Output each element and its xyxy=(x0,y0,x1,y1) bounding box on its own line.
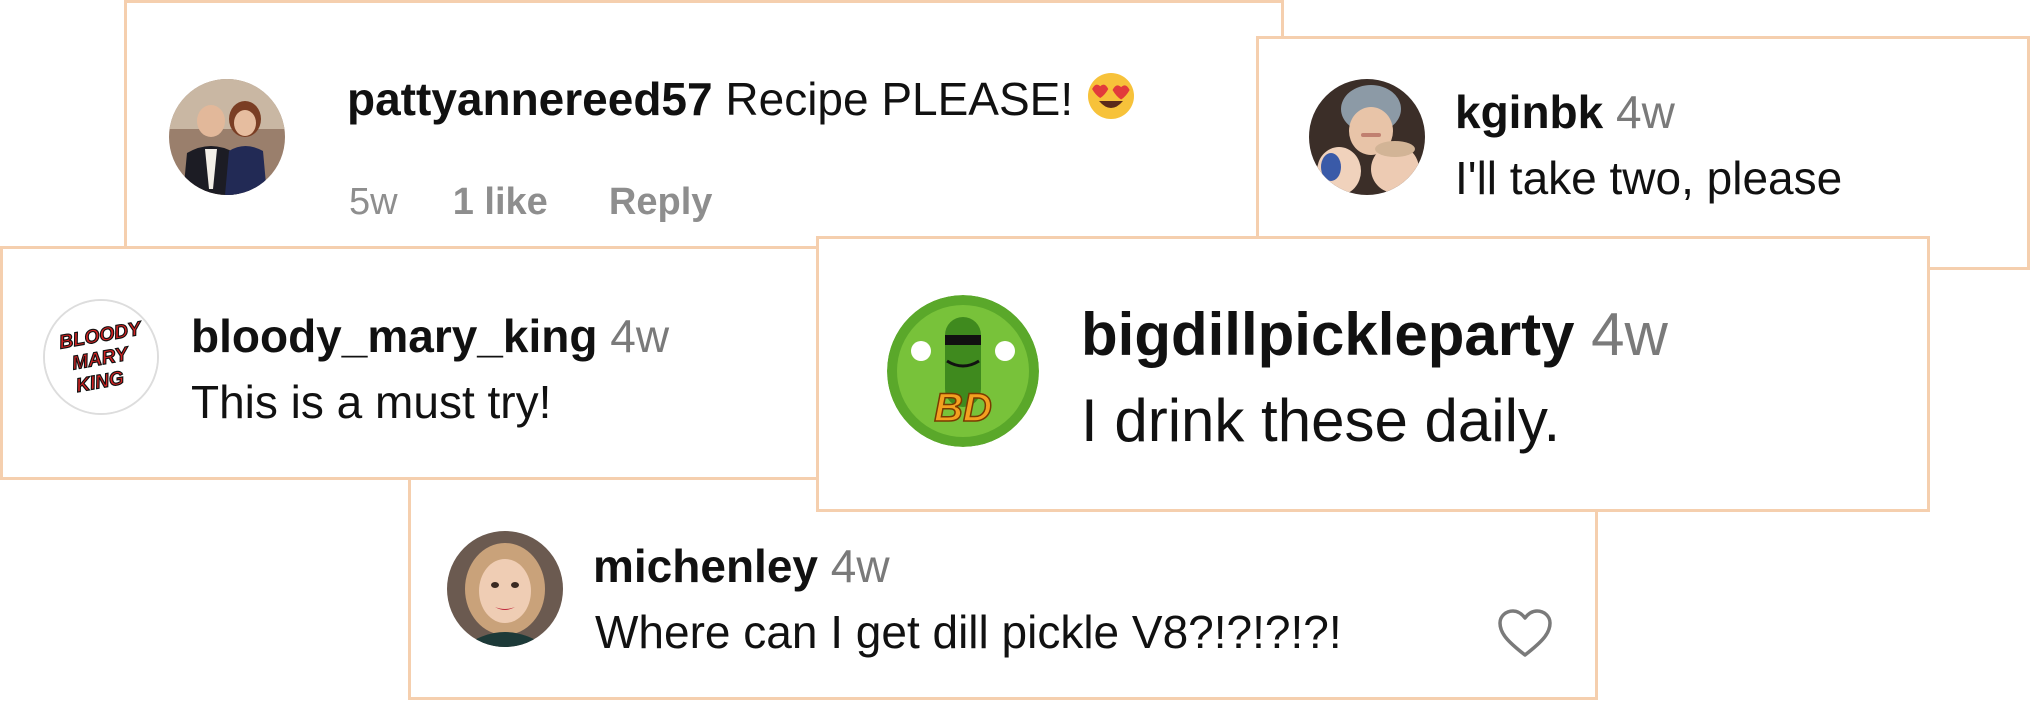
woman-portrait-avatar[interactable] xyxy=(447,531,563,647)
heart-eyes-emoji-icon xyxy=(1086,71,1136,128)
comment-text: This is a must try! xyxy=(191,376,552,428)
comment-timestamp: 4w xyxy=(610,310,670,362)
mother-and-children-avatar[interactable] xyxy=(1309,79,1425,195)
comment-timestamp: 5w xyxy=(349,181,398,223)
reply-button[interactable]: Reply xyxy=(609,181,712,223)
comment-username[interactable]: bigdillpickleparty xyxy=(1081,301,1574,368)
comment-timestamp: 4w xyxy=(1591,301,1668,368)
comment-username[interactable]: pattyannereed57 xyxy=(347,73,713,125)
comment-username[interactable]: kginbk xyxy=(1455,86,1603,138)
comment-timestamp: 4w xyxy=(830,540,890,592)
comment-text: I drink these daily. xyxy=(1081,387,1561,454)
svg-text:BD: BD xyxy=(934,386,992,430)
couple-photo-avatar[interactable] xyxy=(169,79,285,195)
bloody-mary-king-logo-avatar[interactable]: BLOODY MARY KING xyxy=(43,299,159,415)
comment-card-bigdillpickleparty: BD bigdillpickleparty 4w I drink these d… xyxy=(816,236,1930,512)
comment-text: Recipe PLEASE! xyxy=(725,73,1074,125)
comment-username[interactable]: bloody_mary_king xyxy=(191,310,597,362)
pickle-mascot-avatar[interactable]: BD xyxy=(887,295,1039,447)
heart-outline-icon[interactable] xyxy=(1497,609,1553,659)
comment-card-kginbk: kginbk 4w I'll take two, please xyxy=(1256,36,2030,270)
comment-card-bloody-mary-king: BLOODY MARY KING bloody_mary_king 4w Thi… xyxy=(0,246,840,480)
comment-text: I'll take two, please xyxy=(1455,152,1843,204)
comment-card-pattyannereed57: pattyannereed57 Recipe PLEASE! 5w 1 like… xyxy=(124,0,1284,250)
comment-username[interactable]: michenley xyxy=(593,540,818,592)
comment-text: Where can I get dill pickle V8?!?!?!?! xyxy=(595,606,1342,658)
comment-likes-count[interactable]: 1 like xyxy=(453,181,548,223)
comment-timestamp: 4w xyxy=(1616,86,1675,138)
